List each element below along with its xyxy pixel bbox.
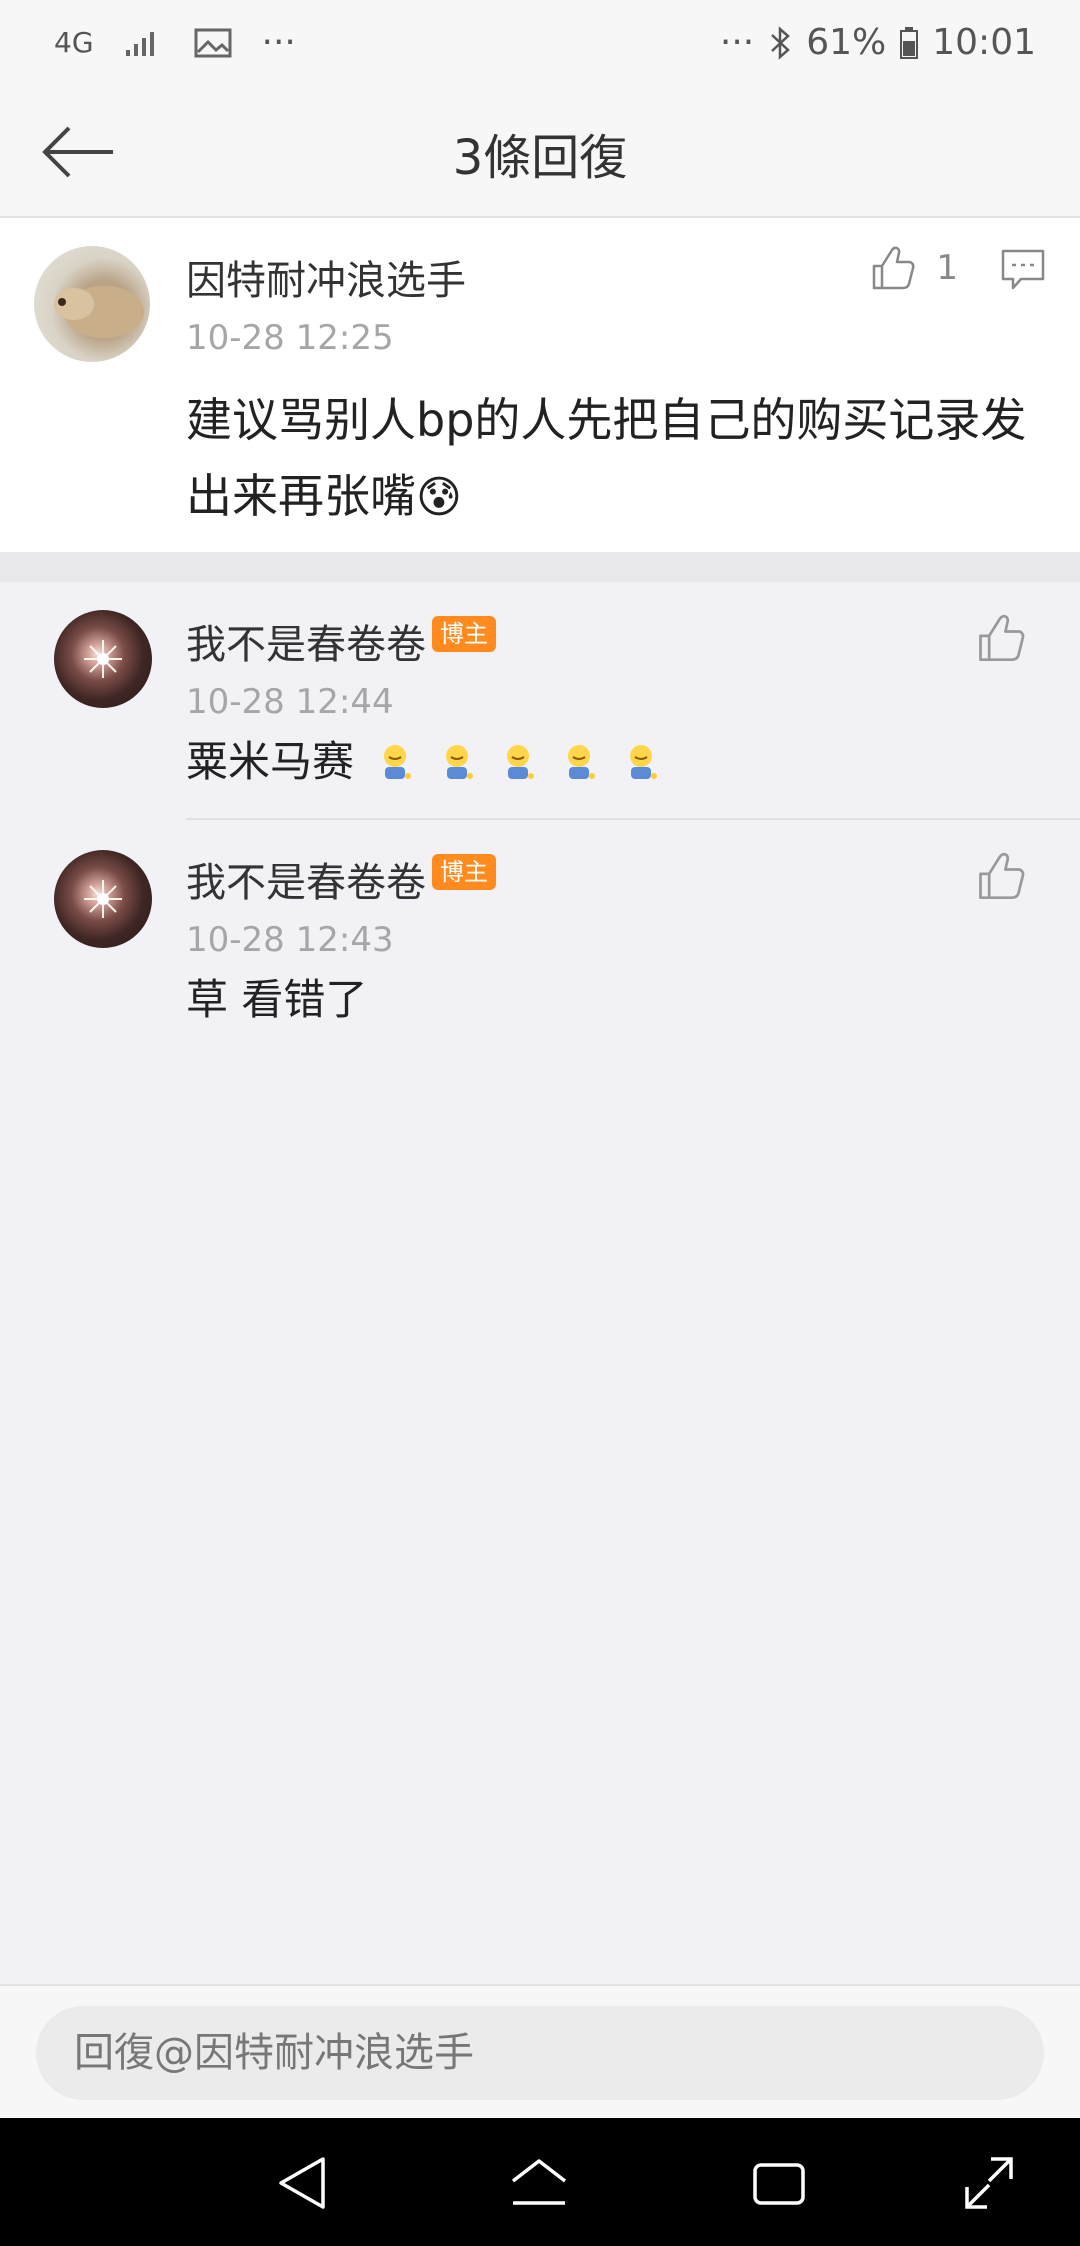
status-right: ··· 61% 10:01 <box>720 22 1036 63</box>
bluetooth-icon <box>768 25 792 60</box>
top-nav-bar: 3條回復 <box>0 88 1080 218</box>
section-divider <box>0 552 1080 582</box>
system-home-button[interactable] <box>504 2148 574 2218</box>
reply-timestamp: 10-28 12:44 <box>186 682 394 722</box>
triangle-back-icon <box>279 2157 325 2209</box>
comment-username[interactable]: 因特耐冲浪选手 <box>186 248 466 306</box>
recents-icon <box>753 2163 805 2205</box>
sweat-smile-emoji-icon <box>621 738 661 779</box>
like-button[interactable] <box>974 850 1026 902</box>
comment-button[interactable] <box>1000 248 1046 292</box>
thumbs-up-icon <box>979 614 1025 662</box>
like-button[interactable]: 1 <box>868 244 958 292</box>
comment-content: 建议骂别人bp的人先把自己的购买记录发出来再张嘴😰 <box>186 382 1046 536</box>
crying-emoji-icon: 😰 <box>416 472 462 523</box>
thumbs-up-icon <box>979 852 1025 900</box>
reply-content: 草 看错了 <box>186 975 368 1024</box>
blogger-badge: 博主 <box>432 854 496 890</box>
sweat-smile-emoji-icon <box>498 738 538 779</box>
reply-username[interactable]: 我不是春卷卷 <box>186 612 426 670</box>
status-right-more-icon: ··· <box>719 22 755 63</box>
like-count: 1 <box>936 248 958 288</box>
main-comment: 因特耐冲浪选手 10-28 12:25 1 建议骂别人bp的人先把自己的购买记录… <box>0 218 1080 552</box>
thumbs-up-icon <box>873 246 915 290</box>
sweat-smile-emoji-icon <box>437 738 477 779</box>
system-recents-button[interactable] <box>744 2148 814 2218</box>
battery-percent: 61% <box>806 22 887 63</box>
comment-timestamp: 10-28 12:25 <box>186 318 394 358</box>
sweat-smile-emoji-icon <box>375 738 415 779</box>
comment-text: 建议骂别人bp的人先把自己的购买记录发出来再张嘴 <box>186 393 1027 523</box>
reply-content: 粟米马赛 <box>186 732 661 792</box>
avatar[interactable] <box>34 246 150 362</box>
reply-username[interactable]: 我不是春卷卷 <box>186 850 426 908</box>
reply-item: 我不是春卷卷 博主 10-28 12:44 粟米马赛 <box>0 582 1080 820</box>
reply-bar <box>0 1984 1080 2118</box>
status-bar: 4G ··· ··· 61% 10:01 <box>0 0 1080 88</box>
reply-text: 粟米马赛 <box>186 737 355 786</box>
system-back-button[interactable] <box>266 2148 336 2218</box>
like-button[interactable] <box>974 612 1026 664</box>
system-nav-bar <box>0 2118 1080 2246</box>
battery-icon <box>900 26 919 59</box>
comment-bubble-icon <box>1001 249 1045 290</box>
reply-item: 我不是春卷卷 博主 10-28 12:43 草 看错了 <box>0 820 1080 1060</box>
image-icon <box>194 28 232 58</box>
system-expand-button[interactable] <box>954 2148 1024 2218</box>
reply-timestamp: 10-28 12:43 <box>186 920 394 960</box>
reply-input[interactable] <box>36 2006 1044 2100</box>
signal-icon <box>124 28 164 58</box>
avatar[interactable] <box>54 610 152 708</box>
avatar[interactable] <box>54 850 152 948</box>
clock: 10:01 <box>932 22 1036 63</box>
blogger-badge: 博主 <box>432 616 496 652</box>
status-left: 4G ··· <box>54 22 296 63</box>
page-title: 3條回復 <box>452 130 628 186</box>
home-icon <box>511 2159 567 2205</box>
sweat-smile-emoji-icon <box>559 738 599 779</box>
expand-icon <box>965 2157 1013 2209</box>
status-more-icon: ··· <box>261 22 296 63</box>
network-4g-icon: 4G <box>54 26 94 59</box>
